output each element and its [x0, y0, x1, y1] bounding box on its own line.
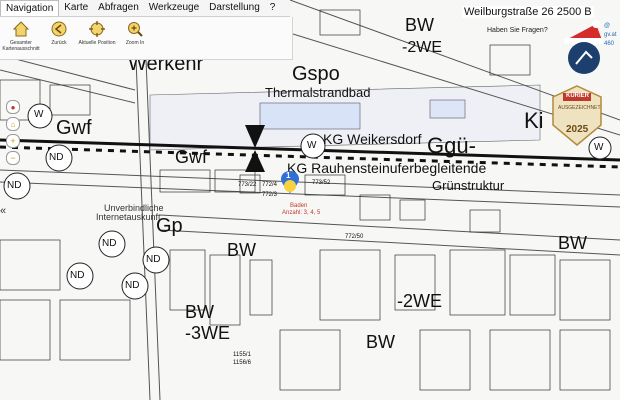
nd-label: ND: [70, 270, 85, 281]
navigation-toolbar: Gesamter Kartenausschnitt Zurück Aktuell…: [0, 17, 293, 60]
parcel-number: 1155/1: [233, 352, 251, 358]
nd-label: ND: [146, 254, 161, 265]
zone-label: Grünstruktur: [432, 178, 505, 193]
nd-label: ND: [7, 180, 22, 191]
zone-label: BW: [366, 332, 395, 352]
nd-label: ND: [102, 238, 117, 249]
menu-werkzeuge[interactable]: Werkzeuge: [144, 0, 204, 16]
menu-help[interactable]: ?: [265, 0, 281, 16]
parcel-number: 773/22: [238, 182, 257, 188]
left-toolbar: ● ⌂ + −: [6, 100, 20, 168]
home-tool-button[interactable]: ⌂: [6, 117, 20, 131]
award-year: 2025: [566, 124, 589, 135]
w-label: W: [307, 140, 317, 151]
cadastral-label: KG Rauhensteinuferbegleitende: [287, 160, 487, 176]
zone-label: Gspo: [292, 63, 340, 85]
christmas-hat-logo-icon[interactable]: [558, 20, 608, 76]
nd-label: ND: [49, 152, 64, 163]
disclaimer-label: Internetauskunft: [96, 212, 161, 222]
zone-label: BW: [558, 233, 587, 253]
menu-karte[interactable]: Karte: [59, 0, 93, 16]
home-icon: ⌂: [10, 119, 16, 129]
zone-label: BW: [185, 302, 214, 322]
home-icon: [12, 21, 30, 37]
menu-darstellung[interactable]: Darstellung: [204, 0, 265, 16]
marker-caption: Baden: [290, 203, 308, 209]
back-label: Zurück: [51, 40, 67, 46]
position-label: Aktuelle Position: [78, 40, 116, 46]
parcel-number: 773/52: [312, 180, 331, 186]
zoom-in-icon: [128, 22, 143, 37]
zoom-plus-button[interactable]: +: [6, 134, 20, 148]
zoom-minus-button[interactable]: −: [6, 151, 20, 165]
zone-label: BW: [405, 15, 434, 35]
menu-navigation[interactable]: Navigation: [0, 0, 60, 16]
award-brand: KURIER: [566, 93, 590, 99]
cadastral-label: KG Weikersdorf: [323, 131, 422, 147]
position-icon: [89, 21, 105, 37]
plus-icon: +: [10, 136, 16, 146]
zone-label: -2WE: [402, 39, 442, 56]
marker-number: 1: [286, 171, 291, 180]
menu-bar: Navigation Karte Abfragen Werkzeuge Dars…: [0, 0, 290, 17]
nd-label: ND: [125, 280, 140, 291]
home-label: Gesamter Kartenausschnitt: [2, 40, 40, 52]
position-button[interactable]: Aktuelle Position: [78, 17, 116, 59]
minus-icon: −: [10, 153, 16, 163]
zone-label: Gwf: [175, 147, 208, 167]
menu-abfragen[interactable]: Abfragen: [93, 0, 144, 16]
home-button[interactable]: Gesamter Kartenausschnitt: [2, 17, 40, 59]
zone-label: BW: [227, 240, 256, 260]
pin-tool-button[interactable]: ●: [6, 100, 20, 114]
address-display[interactable]: Weilburgstraße 26 2500 B: [462, 6, 594, 18]
parcel-number: 772/3: [262, 192, 278, 198]
award-badge[interactable]: KURIER AUSGEZEICHNET 2025: [549, 85, 605, 147]
zone-label: Thermalstrandbad: [265, 85, 371, 100]
w-label: W: [34, 109, 44, 120]
parcel-number: 1156/6: [233, 360, 251, 366]
back-button[interactable]: Zurück: [40, 17, 78, 59]
zone-label: Ki: [524, 108, 544, 133]
zoom-in-button[interactable]: Zoom In: [116, 17, 154, 59]
zoom-in-label: Zoom In: [125, 40, 145, 46]
pin-icon: ●: [10, 102, 16, 112]
zone-label: -3WE: [185, 323, 230, 343]
cadastral-map[interactable]: [0, 0, 620, 400]
collapse-panel-icon[interactable]: «: [0, 205, 6, 217]
marker-caption: Anzahl: 3, 4, 5: [282, 210, 321, 216]
parcel-number: 772/50: [345, 234, 364, 240]
back-icon: [51, 21, 67, 37]
zone-label: Ggü-: [427, 133, 476, 158]
zone-label: Gwf: [56, 117, 92, 139]
award-subtitle: AUSGEZEICHNET: [558, 105, 601, 111]
help-question[interactable]: Haben Sie Fragen?: [487, 27, 548, 34]
parcel-number: 772/4: [262, 182, 278, 188]
zone-label: -2WE: [397, 291, 442, 311]
